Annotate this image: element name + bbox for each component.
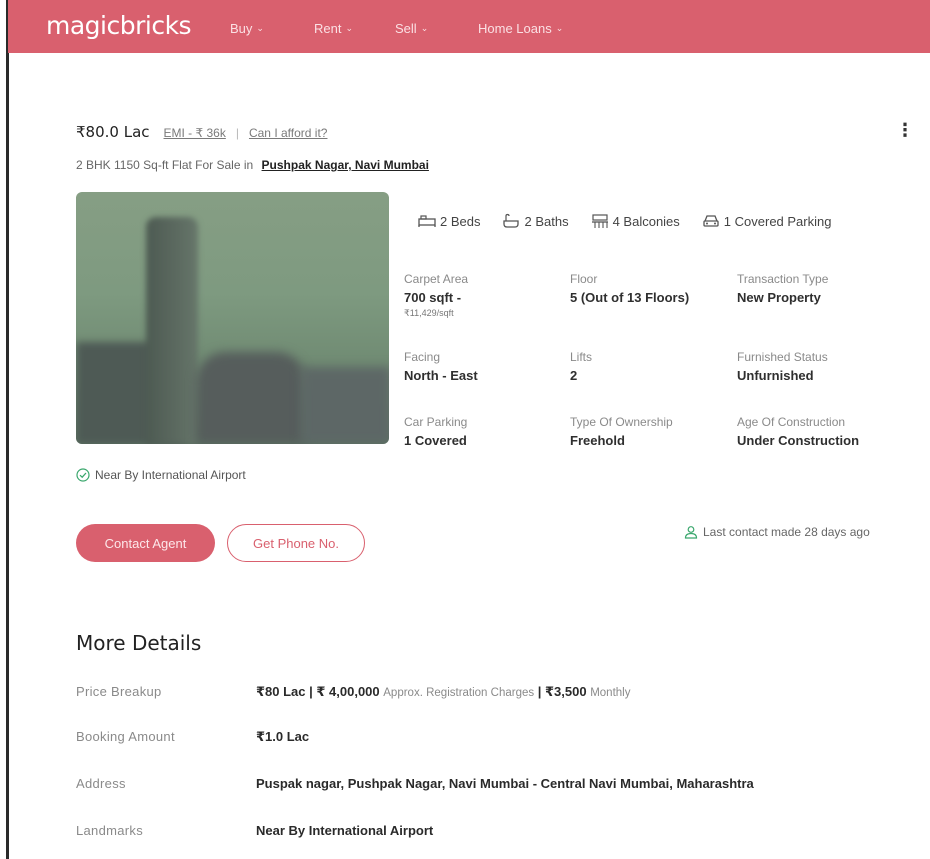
detail-value: New Property xyxy=(737,290,821,305)
amenity-beds: 2 Beds xyxy=(418,213,480,229)
get-phone-button[interactable]: Get Phone No. xyxy=(227,524,365,562)
more-details-title: More Details xyxy=(76,631,202,655)
detail-label: Age Of Construction xyxy=(737,415,846,429)
page-edge xyxy=(6,0,9,859)
amenity-balconies: 4 Balconies xyxy=(591,213,680,229)
amenity-label: 1 Covered Parking xyxy=(723,213,832,229)
last-contact-info: Last contact made 28 days ago xyxy=(684,525,870,539)
amenity-baths: 2 Baths xyxy=(502,213,569,229)
detail-row-price-breakup: Price Breakup ₹80 Lac | ₹ 4,00,000 Appro… xyxy=(76,684,630,700)
price-value: ₹80 Lac | ₹ 4,00,000 xyxy=(256,684,380,699)
amenity-label: 2 Baths xyxy=(524,213,569,229)
chevron-down-icon: ⌄ xyxy=(555,23,564,33)
detail-label: Carpet Area xyxy=(404,272,469,286)
detail-label: Lifts xyxy=(570,350,593,364)
detail-label: Type Of Ownership xyxy=(570,415,673,429)
locality-link[interactable]: Pushpak Nagar, Navi Mumbai xyxy=(262,158,429,172)
listing-price: ₹80.0 Lac xyxy=(76,123,150,141)
detail-facing: Facing North - East xyxy=(404,350,564,383)
nav-rent[interactable]: Rent ⌄ xyxy=(314,21,353,36)
detail-value: 700 sqft - xyxy=(404,290,462,305)
detail-value: Under Construction xyxy=(737,433,860,448)
detail-value: Freehold xyxy=(570,433,625,448)
bath-icon xyxy=(503,213,520,228)
photo-shape xyxy=(196,352,306,444)
afford-link[interactable]: Can I afford it? xyxy=(249,126,328,140)
nav-sell[interactable]: Sell ⌄ xyxy=(395,21,428,36)
detail-value: Unfurnished xyxy=(737,368,814,383)
chevron-down-icon: ⌄ xyxy=(420,23,429,33)
registration-note: Approx. Registration Charges xyxy=(383,687,535,699)
detail-floor: Floor 5 (Out of 13 Floors) xyxy=(570,272,730,305)
chevron-down-icon: ⌄ xyxy=(256,23,264,33)
detail-age-of-construction: Age Of Construction Under Construction xyxy=(737,415,897,448)
detail-lifts: Lifts 2 xyxy=(570,350,730,383)
subtitle-text: 2 BHK 1150 Sq-ft Flat For Sale in xyxy=(76,158,254,172)
nav-label: Buy xyxy=(230,21,253,36)
detail-value: 2 xyxy=(570,368,578,383)
detail-row-address: Address Puspak nagar, Pushpak Nagar, Nav… xyxy=(76,776,754,791)
top-navbar: magicbricks Buy ⌄ Rent ⌄ Sell ⌄ Home Loa… xyxy=(8,0,930,53)
detail-label: Furnished Status xyxy=(737,350,828,364)
detail-label: Floor xyxy=(570,272,598,286)
row-value: ₹80 Lac | ₹ 4,00,000 Approx. Registratio… xyxy=(256,684,630,700)
nearby-highlight: Near By International Airport xyxy=(76,468,246,482)
last-contact-text: Last contact made 28 days ago xyxy=(703,525,870,539)
detail-ownership: Type Of Ownership Freehold xyxy=(570,415,730,448)
nav-label: Home Loans xyxy=(478,21,552,36)
contact-agent-button[interactable]: Contact Agent xyxy=(76,524,215,562)
detail-furnished-status: Furnished Status Unfurnished xyxy=(737,350,897,383)
detail-label: Car Parking xyxy=(404,415,468,429)
separator: | xyxy=(235,126,239,140)
detail-value: North - East xyxy=(404,368,478,383)
detail-label: Facing xyxy=(404,350,441,364)
amenity-label: 2 Beds xyxy=(440,213,481,229)
chevron-down-icon: ⌄ xyxy=(345,23,354,33)
row-label: Address xyxy=(76,776,126,791)
user-icon xyxy=(684,526,698,539)
emi-link[interactable]: EMI - ₹ 36k xyxy=(164,126,226,140)
amenity-label: 4 Balconies xyxy=(612,213,680,229)
maintenance-value: | ₹3,500 xyxy=(537,684,587,699)
detail-row-booking: Booking Amount ₹1.0 Lac xyxy=(76,729,309,745)
listing-subtitle: 2 BHK 1150 Sq-ft Flat For Sale in Pushpa… xyxy=(76,158,429,172)
nav-home-loans[interactable]: Home Loans ⌄ xyxy=(478,21,563,36)
row-label: Landmarks xyxy=(76,823,144,838)
price-row: ₹80.0 Lac EMI - ₹ 36k | Can I afford it? xyxy=(76,123,327,141)
row-value: Puspak nagar, Pushpak Nagar, Navi Mumbai… xyxy=(256,776,754,791)
detail-subvalue: ₹11,429/sqft xyxy=(404,308,454,318)
detail-row-landmarks: Landmarks Near By International Airport xyxy=(76,823,433,838)
detail-label: Transaction Type xyxy=(737,272,829,286)
photo-shape xyxy=(146,217,198,444)
detail-value: 1 Covered xyxy=(404,433,467,448)
nav-label: Sell xyxy=(395,21,417,36)
check-circle-icon xyxy=(76,468,90,482)
bed-icon xyxy=(418,215,436,227)
amenity-parking: 1 Covered Parking xyxy=(702,213,832,229)
balcony-icon xyxy=(591,214,608,228)
property-photo[interactable] xyxy=(76,192,389,444)
row-label: Price Breakup xyxy=(76,684,162,699)
monthly-note: Monthly xyxy=(590,687,631,699)
detail-transaction-type: Transaction Type New Property xyxy=(737,272,897,305)
more-options-icon[interactable]: ⋮ xyxy=(896,120,914,141)
row-value: Near By International Airport xyxy=(256,823,434,838)
row-value: ₹1.0 Lac xyxy=(256,729,310,744)
nav-buy[interactable]: Buy ⌄ xyxy=(230,21,264,36)
detail-value: 5 (Out of 13 Floors) xyxy=(570,290,690,305)
car-icon xyxy=(703,215,719,227)
magicbricks-logo[interactable]: magicbricks xyxy=(46,11,192,40)
row-label: Booking Amount xyxy=(76,729,175,744)
amenities-row: 2 Beds 2 Baths 4 Balconies 1 Covered Par… xyxy=(418,213,831,229)
nav-label: Rent xyxy=(314,21,342,36)
nearby-text: Near By International Airport xyxy=(95,468,246,482)
detail-carpet-area: Carpet Area 700 sqft - ₹11,429/sqft xyxy=(404,272,564,319)
detail-car-parking: Car Parking 1 Covered xyxy=(404,415,564,448)
photo-shape xyxy=(301,367,389,444)
